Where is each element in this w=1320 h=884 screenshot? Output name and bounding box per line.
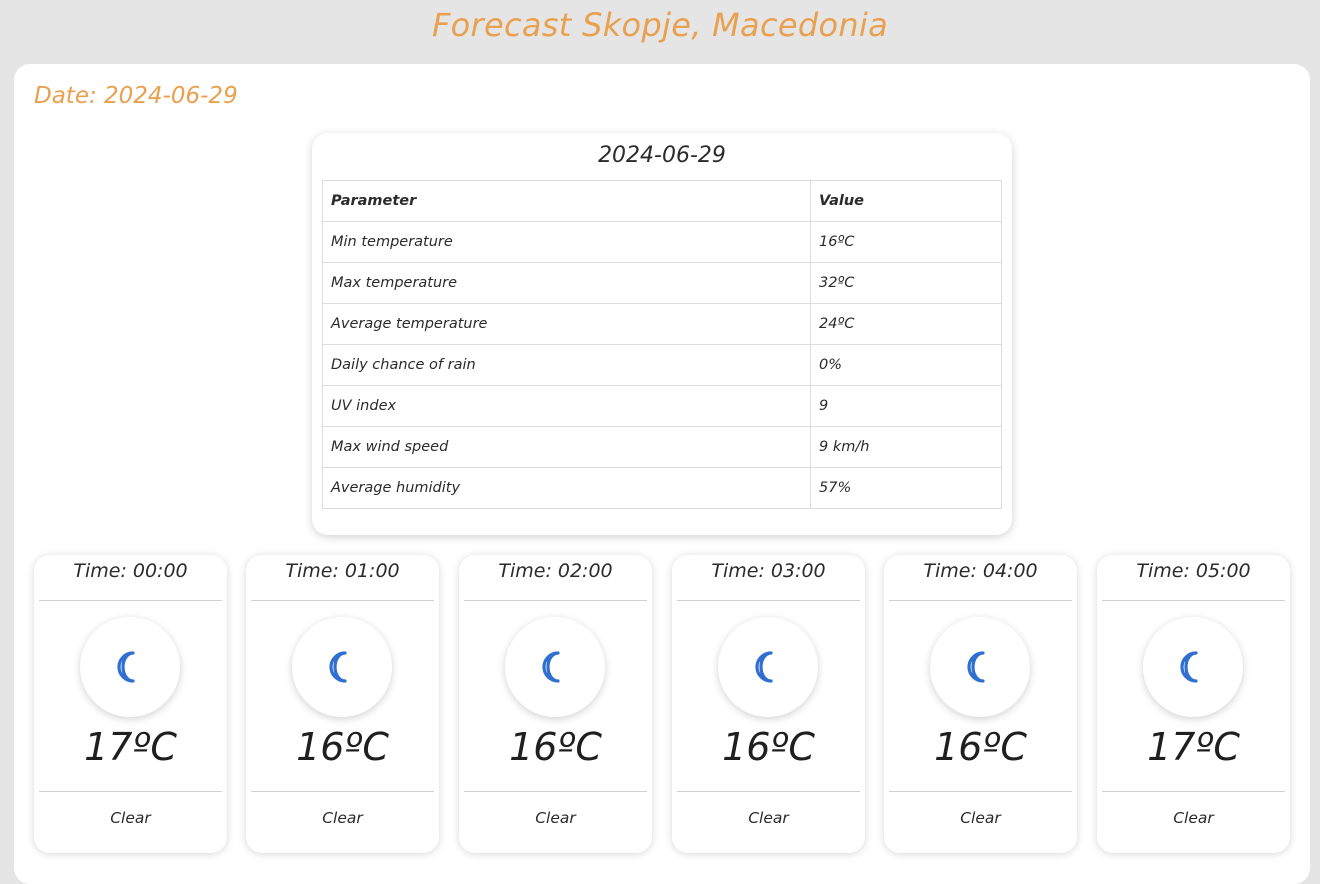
value-cell: 9 — [810, 385, 1002, 427]
hour-time: Time: 02:00 — [498, 560, 613, 582]
column-header-parameter: Parameter — [322, 180, 811, 222]
hour-temperature: 16ºC — [509, 725, 602, 769]
page-title: Forecast Skopje, Macedonia — [431, 6, 889, 44]
forecast-card: Date: 2024-06-29 2024-06-29 Parameter Va… — [14, 64, 1310, 884]
parameter-cell: Max wind speed — [322, 426, 811, 468]
value-cell: 57% — [810, 467, 1002, 509]
date-label: Date: 2024-06-29 — [34, 83, 238, 109]
hour-time: Time: 01:00 — [285, 560, 400, 582]
moon-icon — [755, 651, 773, 683]
moon-icon — [329, 651, 347, 683]
hour-temperature: 16ºC — [722, 725, 815, 769]
value-cell: 9 km/h — [810, 426, 1002, 468]
hour-condition: Clear — [960, 809, 1001, 827]
hour-time: Time: 05:00 — [1136, 560, 1251, 582]
divider — [889, 600, 1072, 601]
hour-temperature: 17ºC — [1147, 725, 1240, 769]
table-row: Average humidity 57% — [322, 467, 1002, 509]
weather-icon-circle — [505, 617, 605, 717]
weather-icon-circle — [80, 617, 180, 717]
hour-card: Time: 05:00 17ºC Clear — [1097, 555, 1290, 853]
parameter-cell: Daily chance of rain — [322, 344, 811, 386]
daily-summary-card: 2024-06-29 Parameter Value Min temperatu… — [312, 133, 1012, 535]
value-cell: 32ºC — [810, 262, 1002, 304]
hour-time: Time: 04:00 — [923, 560, 1038, 582]
hour-condition: Clear — [1173, 809, 1214, 827]
hour-card: Time: 03:00 16ºC Clear — [672, 555, 865, 853]
divider — [464, 791, 647, 792]
divider — [677, 600, 860, 601]
value-cell: 16ºC — [810, 221, 1002, 263]
hour-card: Time: 01:00 16ºC Clear — [246, 555, 439, 853]
hour-time: Time: 00:00 — [73, 560, 188, 582]
divider — [677, 791, 860, 792]
parameter-cell: Average temperature — [322, 303, 811, 345]
summary-title: 2024-06-29 — [598, 143, 726, 168]
hour-temperature: 17ºC — [84, 725, 177, 769]
weather-icon-circle — [930, 617, 1030, 717]
weather-icon-circle — [1143, 617, 1243, 717]
divider — [39, 600, 222, 601]
hour-condition: Clear — [535, 809, 576, 827]
hour-condition: Clear — [110, 809, 151, 827]
hour-condition: Clear — [748, 809, 789, 827]
table-header-row: Parameter Value — [322, 180, 1002, 222]
table-row: Max wind speed 9 km/h — [322, 426, 1002, 468]
table-row: UV index 9 — [322, 385, 1002, 427]
parameter-cell: Average humidity — [322, 467, 811, 509]
value-cell: 24ºC — [810, 303, 1002, 345]
hour-time: Time: 03:00 — [711, 560, 826, 582]
divider — [251, 791, 434, 792]
hour-card: Time: 02:00 16ºC Clear — [459, 555, 652, 853]
parameter-cell: UV index — [322, 385, 811, 427]
hour-condition: Clear — [322, 809, 363, 827]
table-row: Average temperature 24ºC — [322, 303, 1002, 345]
weather-icon-circle — [292, 617, 392, 717]
table-row: Min temperature 16ºC — [322, 221, 1002, 263]
table-row: Max temperature 32ºC — [322, 262, 1002, 304]
hour-temperature: 16ºC — [296, 725, 389, 769]
parameters-table: Parameter Value Min temperature 16ºC Max … — [322, 180, 1002, 509]
divider — [1102, 791, 1285, 792]
parameter-cell: Max temperature — [322, 262, 811, 304]
weather-icon-circle — [718, 617, 818, 717]
value-cell: 0% — [810, 344, 1002, 386]
hour-card: Time: 04:00 16ºC Clear — [884, 555, 1077, 853]
divider — [889, 791, 1072, 792]
divider — [1102, 600, 1285, 601]
moon-icon — [542, 651, 560, 683]
parameter-cell: Min temperature — [322, 221, 811, 263]
table-row: Daily chance of rain 0% — [322, 344, 1002, 386]
moon-icon — [117, 651, 135, 683]
hour-card: Time: 00:00 17ºC Clear — [34, 555, 227, 853]
divider — [39, 791, 222, 792]
divider — [251, 600, 434, 601]
moon-icon — [1180, 651, 1198, 683]
divider — [464, 600, 647, 601]
moon-icon — [967, 651, 985, 683]
hour-temperature: 16ºC — [934, 725, 1027, 769]
column-header-value: Value — [810, 180, 1002, 222]
